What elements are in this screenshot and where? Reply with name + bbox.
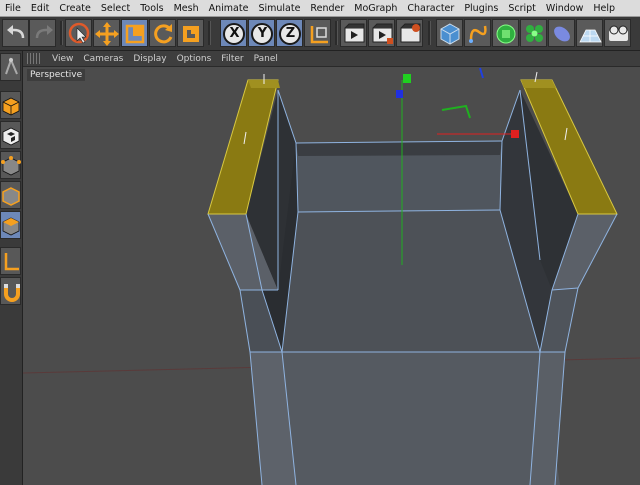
render-picture-viewer-button[interactable] xyxy=(368,19,395,47)
viewport-grip-handle[interactable] xyxy=(27,53,41,64)
viewport-camera-label: Perspective xyxy=(27,69,86,81)
viewport-menu-panel[interactable]: Panel xyxy=(249,54,283,64)
snapping-button[interactable] xyxy=(0,277,21,305)
scale-tool-button[interactable] xyxy=(121,19,148,47)
y-axis-label: Y xyxy=(257,26,268,41)
mograph-cloner-button[interactable] xyxy=(520,19,547,47)
cube-object-button[interactable] xyxy=(436,19,463,47)
floor-environment-button[interactable] xyxy=(576,19,603,47)
viewport-menu-options[interactable]: Options xyxy=(172,54,217,64)
nurbs-button[interactable] xyxy=(492,19,519,47)
x-axis-lock-button[interactable]: X xyxy=(220,19,247,47)
y-axis-lock-button[interactable]: Y xyxy=(248,19,275,47)
x-axis-label: X xyxy=(229,26,240,41)
menu-character[interactable]: Character xyxy=(402,3,459,14)
redo-button[interactable] xyxy=(29,19,56,47)
perspective-viewport[interactable]: Perspective xyxy=(23,67,640,485)
viewport-scene xyxy=(23,67,640,485)
menu-mograph[interactable]: MoGraph xyxy=(349,3,402,14)
menu-file[interactable]: File xyxy=(0,3,26,14)
recent-tools-button[interactable] xyxy=(177,19,204,47)
move-tool-button[interactable] xyxy=(93,19,120,47)
z-axis-label: Z xyxy=(285,26,296,41)
rotate-tool-button[interactable] xyxy=(149,19,176,47)
viewport-menu-display[interactable]: Display xyxy=(128,54,171,64)
make-editable-button[interactable] xyxy=(0,53,21,81)
points-mode-button[interactable] xyxy=(0,151,21,179)
polygons-mode-button[interactable] xyxy=(0,211,21,239)
viewport-menubar: View Cameras Display Options Filter Pane… xyxy=(23,51,640,67)
menu-edit[interactable]: Edit xyxy=(26,3,54,14)
viewport-menu-filter[interactable]: Filter xyxy=(216,54,248,64)
viewport-menu-cameras[interactable]: Cameras xyxy=(78,54,128,64)
main-menubar: File Edit Create Select Tools Mesh Anima… xyxy=(0,0,640,17)
edges-mode-button[interactable] xyxy=(0,181,21,209)
menu-create[interactable]: Create xyxy=(54,3,96,14)
model-mode-button[interactable] xyxy=(0,91,21,119)
z-axis-lock-button[interactable]: Z xyxy=(276,19,303,47)
menu-animate[interactable]: Animate xyxy=(204,3,254,14)
main-toolbar: X Y Z xyxy=(0,17,640,51)
axis-mode-button[interactable] xyxy=(0,247,21,275)
menu-simulate[interactable]: Simulate xyxy=(253,3,305,14)
menu-tools[interactable]: Tools xyxy=(135,3,168,14)
menu-help[interactable]: Help xyxy=(588,3,620,14)
menu-script[interactable]: Script xyxy=(503,3,541,14)
menu-window[interactable]: Window xyxy=(541,3,588,14)
deformer-button[interactable] xyxy=(548,19,575,47)
menu-select[interactable]: Select xyxy=(96,3,135,14)
menu-mesh[interactable]: Mesh xyxy=(169,3,204,14)
render-view-button[interactable] xyxy=(340,19,367,47)
menu-render[interactable]: Render xyxy=(305,3,349,14)
menu-plugins[interactable]: Plugins xyxy=(459,3,503,14)
spline-pen-button[interactable] xyxy=(464,19,491,47)
camera-object-button[interactable] xyxy=(604,19,631,47)
mode-toolbar xyxy=(0,51,23,485)
texture-mode-button[interactable] xyxy=(0,121,21,149)
live-selection-button[interactable] xyxy=(65,19,92,47)
render-settings-button[interactable] xyxy=(396,19,423,47)
coordinate-system-button[interactable] xyxy=(304,19,331,47)
undo-button[interactable] xyxy=(2,19,29,47)
viewport-menu-view[interactable]: View xyxy=(47,54,78,64)
